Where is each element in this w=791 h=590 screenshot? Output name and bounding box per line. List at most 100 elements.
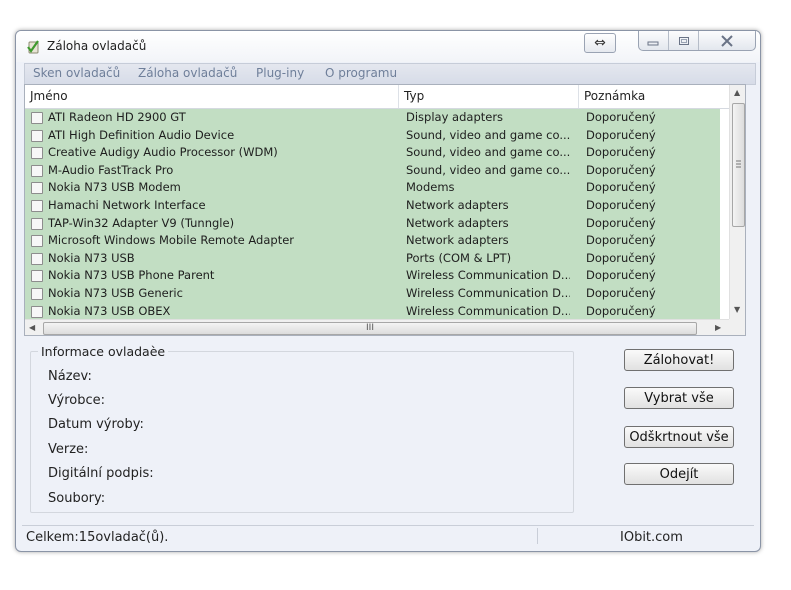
menu-plugins[interactable]: Plug-iny [256, 66, 304, 80]
close-icon [721, 34, 733, 47]
grip-icon [736, 160, 741, 168]
cell-driver-name: Hamachi Network Interface [48, 198, 206, 212]
table-row[interactable]: ATI High Definition Audio Device Sound, v… [25, 126, 720, 145]
row-checkbox[interactable] [31, 235, 43, 248]
table-row[interactable]: Nokia N73 USB Phone Parent Wireless Commu… [25, 267, 720, 285]
cell-driver-name: TAP-Win32 Adapter V9 (Tunngle) [48, 215, 235, 230]
cell-driver-note: Doporučený [586, 268, 656, 283]
row-checkbox[interactable] [31, 305, 43, 318]
row-checkbox[interactable] [31, 112, 43, 124]
scroll-left-icon[interactable]: ◀ [29, 323, 35, 332]
cell-driver-name: Nokia N73 USB [48, 250, 135, 265]
status-brand: IObit.com [620, 530, 683, 545]
cell-driver-note: Doporučený [586, 233, 656, 248]
menu-about[interactable]: O programu [325, 66, 397, 80]
menu-bar: Sken ovladačů Záloha ovladačů Plug-iny O… [24, 63, 756, 85]
cell-driver-name: Nokia N73 USB OBEX [48, 303, 171, 318]
cell-driver-type: Sound, video and game co... [406, 162, 570, 177]
horizontal-scrollbar[interactable]: ◀ III ▶ [25, 319, 729, 335]
scroll-corner [729, 319, 745, 335]
select-all-button[interactable]: Vybrat vše [624, 387, 734, 409]
cell-driver-type: Modems [406, 180, 455, 195]
info-label-date: Datum výroby: [48, 417, 144, 432]
cell-driver-note: Doporučený [586, 127, 656, 142]
cell-driver-type: Display adapters [406, 110, 504, 124]
column-header-name[interactable]: Jméno [25, 85, 398, 108]
cell-driver-name: ATI High Definition Audio Device [48, 127, 235, 142]
list-rows: ATI Radeon HD 2900 GT Display adapters Dop… [25, 109, 729, 319]
row-checkbox[interactable] [31, 217, 43, 230]
row-checkbox[interactable] [31, 182, 43, 195]
window-title: Záloha ovladačů [47, 39, 147, 53]
table-row[interactable]: Nokia N73 USB Modem Modems Doporučený [25, 179, 720, 197]
column-header-type[interactable]: Typ [398, 85, 578, 108]
cell-driver-type: Sound, video and game co... [406, 127, 570, 142]
app-icon [27, 40, 39, 54]
info-label-signature: Digitální podpis: [48, 466, 154, 481]
table-row[interactable]: Nokia N73 USB OBEX Wireless Communication… [25, 302, 720, 319]
cell-driver-name: Nokia N73 USB Modem [48, 180, 181, 195]
menu-driver-backup[interactable]: Záloha ovladačů [138, 66, 237, 80]
table-row[interactable]: Nokia N73 USB Ports (COM & LPT) Doporučený [25, 249, 720, 268]
cell-driver-name: Microsoft Windows Mobile Remote Adapter [48, 233, 295, 248]
cell-driver-name: Creative Audigy Audio Processor (WDM) [48, 145, 278, 160]
row-checkbox[interactable] [31, 288, 43, 300]
info-label-files: Soubory: [48, 491, 106, 506]
cell-driver-note: Doporučený [586, 215, 656, 230]
scroll-right-icon[interactable]: ▶ [715, 323, 721, 332]
cell-driver-name: Nokia N73 USB Phone Parent [48, 268, 215, 283]
cell-driver-note: Doporučený [586, 145, 656, 160]
close-button[interactable] [699, 31, 755, 50]
app-window: Záloha ovladačů ⇔ Sken ovladačů Záloha o… [15, 30, 761, 552]
row-checkbox[interactable] [31, 200, 43, 212]
cell-driver-type: Wireless Communication D... [406, 268, 570, 283]
double-arrow-icon: ⇔ [594, 35, 606, 51]
table-row[interactable]: TAP-Win32 Adapter V9 (Tunngle) Network ad… [25, 214, 720, 233]
table-row[interactable]: ATI Radeon HD 2900 GT Display adapters Dop… [25, 109, 720, 127]
cell-driver-type: Sound, video and game co... [406, 145, 570, 160]
menu-driver-scan[interactable]: Sken ovladačů [33, 66, 120, 80]
row-checkbox[interactable] [31, 129, 43, 142]
cell-driver-type: Network adapters [406, 233, 509, 248]
horizontal-scroll-thumb[interactable]: III [43, 322, 697, 335]
table-row[interactable]: M-Audio FastTrack Pro Sound, video and ga… [25, 161, 720, 180]
scroll-up-icon[interactable]: ▲ [734, 88, 740, 97]
table-row[interactable]: Hamachi Network Interface Network adapter… [25, 197, 720, 215]
info-label-name: Název: [48, 369, 92, 384]
minimize-button[interactable] [639, 31, 669, 50]
maximize-icon [678, 36, 689, 45]
cell-driver-type: Wireless Communication D... [406, 286, 570, 300]
row-checkbox[interactable] [31, 270, 43, 283]
backup-button[interactable]: Zálohovat! [624, 349, 734, 371]
table-row[interactable]: Microsoft Windows Mobile Remote Adapter N… [25, 232, 720, 250]
cell-driver-type: Network adapters [406, 215, 509, 230]
cell-driver-note: Doporučený [586, 250, 656, 265]
resize-toggle-button[interactable]: ⇔ [584, 33, 616, 53]
maximize-button[interactable] [669, 31, 700, 50]
cell-driver-type: Wireless Communication D... [406, 303, 570, 318]
exit-button[interactable]: Odejít [624, 463, 734, 485]
table-row[interactable]: Creative Audigy Audio Processor (WDM) Sou… [25, 144, 720, 162]
deselect-all-button[interactable]: Odškrtnout vše [624, 426, 734, 448]
scroll-down-icon[interactable]: ▼ [734, 305, 740, 314]
caption-buttons [638, 31, 756, 51]
cell-driver-note: Doporučený [586, 198, 656, 212]
row-checkbox[interactable] [31, 252, 43, 265]
cell-driver-type: Network adapters [406, 198, 509, 212]
status-driver-count: Celkem:15ovladač(ů). [26, 530, 169, 545]
table-row[interactable]: Nokia N73 USB Generic Wireless Communicat… [25, 285, 720, 303]
column-header-note[interactable]: Poznámka [578, 85, 729, 108]
list-header: Jméno Typ Poznámka [25, 85, 729, 109]
vertical-scrollbar[interactable]: ▲ ▼ [729, 85, 745, 319]
status-bar: Celkem:15ovladač(ů). IObit.com [22, 525, 754, 546]
row-checkbox[interactable] [31, 147, 43, 160]
driver-list[interactable]: Jméno Typ Poznámka ATI Radeon HD 2900 GT… [24, 84, 746, 336]
vertical-scroll-thumb[interactable] [732, 103, 745, 227]
driver-info-group [30, 351, 574, 513]
info-label-version: Verze: [48, 442, 89, 457]
title-bar[interactable]: Záloha ovladačů ⇔ [16, 31, 760, 62]
cell-driver-name: M-Audio FastTrack Pro [48, 162, 174, 177]
grip-icon: III [366, 323, 374, 333]
info-label-manufacturer: Výrobce: [48, 393, 106, 408]
row-checkbox[interactable] [31, 164, 43, 177]
